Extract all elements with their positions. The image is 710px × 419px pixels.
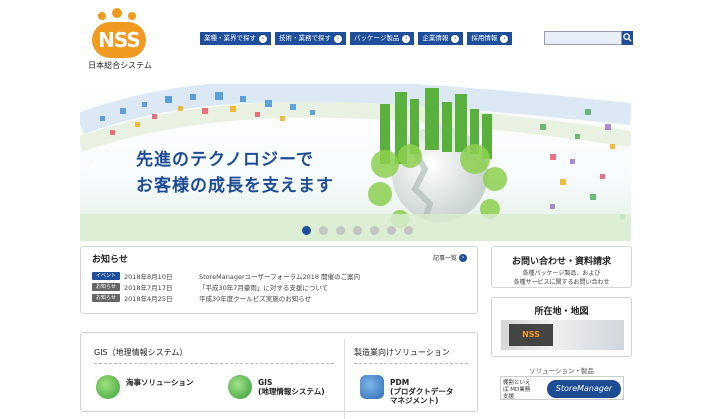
carousel-dot[interactable]	[319, 226, 328, 235]
hero-line-2: お客様の成長を支えます	[136, 176, 334, 196]
item-label-line: GIS	[258, 378, 273, 387]
logo-dot-decoration	[98, 12, 106, 20]
carousel-dots	[302, 226, 413, 235]
location-title: 所在地・地図	[534, 307, 589, 317]
gears-icon	[360, 375, 384, 399]
nav-technology-button[interactable]: 技術・業務で探す ›	[275, 32, 346, 45]
hero-carousel[interactable]: ‹ 先進のテクノロジーで お客様の成長を支えます	[80, 84, 631, 241]
carousel-dot[interactable]	[404, 226, 413, 235]
office-sign: NSS	[509, 324, 553, 346]
news-badge-notice: お知らせ	[92, 294, 120, 302]
chevron-right-icon: ›	[500, 34, 509, 43]
company-logo[interactable]: NSS 日本総合システム	[88, 8, 152, 70]
item-label-line: (プロダクトデータ	[390, 387, 454, 396]
global-nav: 業種・業界で探す › 技術・業務で探す › パッケージ製品 › 企業情報 › 採用情報 ›	[200, 32, 513, 45]
nav-company-button[interactable]: 企業情報 ›	[418, 32, 464, 45]
mfg-section-title: 製造業向けソリューション	[354, 348, 450, 357]
carousel-dot[interactable]	[302, 226, 311, 235]
nav-label: 企業情報	[422, 34, 449, 42]
nav-label: 技術・業務で探す	[279, 34, 331, 42]
section-divider	[344, 339, 345, 419]
globe-icon	[228, 375, 252, 399]
office-photo: NSS	[501, 320, 624, 350]
pdm-solution-link[interactable]: PDM (プロダクトデータ マネジメント)	[360, 375, 453, 405]
news-text[interactable]: StoreManagerユーザーフォーラム2018 開催のご案内	[199, 271, 360, 281]
item-label: GIS (地理情報システム)	[258, 375, 325, 396]
solutions-label: ソリューション・製品	[529, 367, 594, 375]
news-badge-notice: お知らせ	[92, 283, 120, 291]
news-badge-event: イベント	[92, 272, 120, 280]
carousel-dot[interactable]	[336, 226, 345, 235]
item-label-line: PDM	[390, 378, 410, 387]
news-item[interactable]: お知らせ 2018年7月17日 「平成30年7月豪雨」に対する支援について	[92, 282, 328, 292]
ship-icon	[96, 375, 120, 399]
chevron-right-icon: ›	[451, 34, 460, 43]
section-underline	[354, 363, 468, 364]
item-label: 海事ソリューション	[126, 375, 193, 387]
solutions-panel: GIS（地理情報システム） 製造業向けソリューション 海事ソリューション GIS…	[80, 332, 478, 419]
logo-mark: NSS	[92, 22, 146, 58]
news-list-link[interactable]: 記事一覧 ›	[433, 253, 468, 262]
location-box[interactable]: 所在地・地図 NSS	[491, 297, 632, 357]
search-icon	[623, 33, 632, 42]
chevron-right-icon: ›	[402, 34, 411, 43]
banner-caption: 棚割といえば MD業務支援	[503, 380, 531, 400]
office-sign-text: NSS	[522, 330, 540, 339]
news-text[interactable]: 「平成30年7月豪雨」に対する支援について	[199, 282, 328, 292]
section-underline	[94, 363, 334, 364]
nav-recruit-button[interactable]: 採用情報 ›	[467, 32, 513, 45]
item-label: PDM (プロダクトデータ マネジメント)	[390, 375, 453, 405]
carousel-dot[interactable]	[353, 226, 362, 235]
maritime-solution-link[interactable]: 海事ソリューション	[96, 375, 193, 399]
news-date: 2018年7月17日	[124, 284, 173, 292]
hero-headline: 先進のテクノロジーで お客様の成長を支えます	[136, 147, 334, 199]
contact-box[interactable]: お問い合わせ・資料請求 各種パッケージ製品、および 各種サービスに関するお問い合…	[491, 246, 632, 288]
contact-subtext: 各種サービスに関するお問い合わせ	[513, 279, 610, 286]
chevron-right-icon: ›	[334, 34, 342, 43]
search-button[interactable]	[622, 31, 633, 45]
item-label-line: (地理情報システム)	[258, 387, 325, 396]
contact-title: お問い合わせ・資料請求	[511, 257, 611, 267]
news-date: 2018年4月25日	[124, 295, 173, 303]
item-label-line: マネジメント)	[390, 396, 439, 405]
gis-solution-link[interactable]: GIS (地理情報システム)	[228, 375, 325, 399]
contact-subtext: 各種パッケージ製品、および	[522, 270, 601, 277]
search-input[interactable]	[544, 31, 622, 45]
banner-logo: StoreManager	[547, 380, 621, 398]
news-panel: お知らせ 記事一覧 › イベント 2018年8月10日 StoreManagerユ…	[80, 246, 478, 314]
item-label-line: 海事ソリューション	[126, 378, 194, 387]
nav-packages-button[interactable]: パッケージ製品 ›	[350, 32, 415, 45]
nav-label: 業種・業界で探す	[204, 34, 256, 42]
storemanager-banner[interactable]: 棚割といえば MD業務支援 StoreManager	[500, 376, 624, 400]
chevron-right-icon: ›	[459, 253, 468, 262]
hero-line-1: 先進のテクノロジーで	[136, 150, 314, 170]
news-item[interactable]: イベント 2018年8月10日 StoreManagerユーザーフォーラム201…	[92, 271, 360, 281]
news-item[interactable]: お知らせ 2018年4月25日 平成30年度クールビズ実施のお知らせ	[92, 293, 311, 303]
chevron-right-icon: ›	[259, 34, 267, 43]
nav-label: 採用情報	[471, 34, 498, 42]
news-list-label: 記事一覧	[433, 255, 458, 262]
carousel-prev-button[interactable]: ‹	[86, 154, 100, 176]
news-title: お知らせ	[92, 255, 128, 265]
news-text[interactable]: 平成30年度クールビズ実施のお知らせ	[199, 293, 311, 303]
carousel-dot[interactable]	[370, 226, 379, 235]
gis-section-title: GIS（地理情報システム）	[94, 348, 188, 357]
company-name: 日本総合システム	[88, 61, 152, 70]
logo-dot-decoration	[128, 12, 136, 20]
news-date: 2018年8月10日	[124, 273, 173, 281]
nav-label: パッケージ製品	[354, 34, 400, 42]
carousel-dot[interactable]	[387, 226, 396, 235]
logo-dot-decoration	[112, 8, 122, 18]
nav-industry-button[interactable]: 業種・業界で探す ›	[200, 32, 271, 45]
